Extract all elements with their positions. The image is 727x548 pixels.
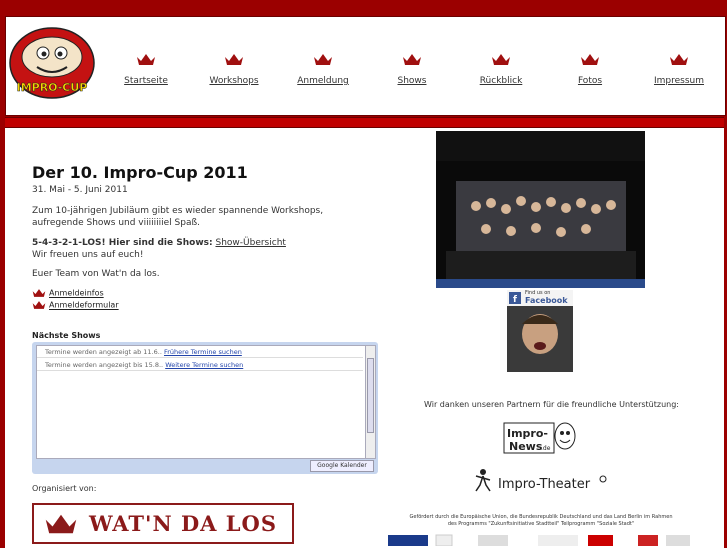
anmeldeformular-link[interactable]: Anmeldeformular — [32, 300, 119, 310]
event-date: 31. Mai - 5. Juni 2011 — [32, 185, 128, 195]
crown-icon — [225, 54, 243, 65]
intro-text: Zum 10-jährigen Jubiläum gibt es wieder … — [32, 206, 324, 228]
funding-logos — [388, 534, 690, 546]
link-label[interactable]: Anmeldeinfos — [49, 289, 104, 298]
organized-by-label: Organisiert von: — [32, 484, 97, 493]
nav-shows[interactable]: Shows — [367, 53, 457, 87]
shows-block: 5-4-3-2-1-LOS! Hier sind die Shows: Show… — [32, 237, 286, 261]
organizer-logo-text: WAT'N DA LOS — [89, 511, 277, 536]
nav-label[interactable]: Rückblick — [480, 76, 523, 86]
shows-subtext: Wir freuen uns auf euch! — [32, 250, 144, 260]
nav-label[interactable]: Anmeldung — [297, 76, 349, 86]
google-calendar-badge[interactable]: Google Kalender — [310, 460, 374, 472]
anmeldeinfos-link[interactable]: Anmeldeinfos — [32, 288, 104, 298]
scrollbar-thumb[interactable] — [367, 358, 374, 433]
facebook-widget[interactable]: f Find us on Facebook — [507, 290, 573, 372]
facebook-icon: f — [509, 292, 521, 304]
link-label[interactable]: Anmeldeformular — [49, 301, 119, 310]
header-separator — [5, 117, 724, 128]
facebook-profile-photo — [507, 306, 573, 372]
nav-label[interactable]: Impressum — [654, 76, 704, 86]
group-photo[interactable] — [436, 131, 645, 288]
svg-text:News: News — [509, 440, 543, 453]
nav-label[interactable]: Workshops — [209, 76, 258, 86]
calendar-row: Termine werden angezeigt ab 11.6.. Frühe… — [37, 346, 363, 358]
svg-text:f: f — [513, 295, 517, 304]
nav-workshops[interactable]: Workshops — [189, 53, 279, 87]
svg-text:Impro-Theater: Impro-Theater — [498, 477, 591, 492]
nav-rueckblick[interactable]: Rückblick — [456, 53, 546, 87]
google-calendar-widget: Termine werden angezeigt ab 11.6.. Frühe… — [32, 342, 378, 474]
logo-text: IMPRO-CUP — [17, 81, 88, 94]
crown-icon — [32, 301, 46, 309]
calendar-row-text: Termine werden angezeigt bis 15.8.. — [45, 361, 164, 369]
funding-line-1: Gefördert durch die Europäische Union, d… — [409, 514, 673, 520]
crown-icon — [137, 54, 155, 65]
next-shows-heading: Nächste Shows — [32, 331, 101, 340]
calendar-row-text: Termine werden angezeigt ab 11.6.. — [45, 348, 162, 356]
funding-notice: Gefördert durch die Europäische Union, d… — [388, 514, 694, 528]
impro-cup-logo[interactable]: IMPRO-CUP — [9, 27, 95, 99]
crown-icon — [45, 514, 77, 534]
crown-icon — [492, 54, 510, 65]
nav-anmeldung[interactable]: Anmeldung — [278, 53, 368, 87]
crown-icon — [581, 54, 599, 65]
nav-label[interactable]: Startseite — [124, 76, 168, 86]
partners-thanks: Wir danken unseren Partnern für die freu… — [424, 400, 679, 409]
earlier-events-link[interactable]: Frühere Termine suchen — [164, 348, 242, 356]
calendar-list: Termine werden angezeigt ab 11.6.. Frühe… — [36, 345, 366, 459]
crown-icon — [314, 54, 332, 65]
nav-label[interactable]: Shows — [398, 76, 427, 86]
show-overview-link[interactable]: Show-Übersicht — [215, 238, 285, 248]
watn-da-los-logo[interactable]: WAT'N DA LOS — [32, 503, 294, 544]
nav-fotos[interactable]: Fotos — [545, 53, 635, 87]
nav-impressum[interactable]: Impressum — [634, 53, 724, 87]
funding-line-2: des Programms "Zukunftsinitiative Stadtt… — [447, 521, 635, 527]
nav-startseite[interactable]: Startseite — [101, 53, 191, 87]
more-events-link[interactable]: Weitere Termine suchen — [165, 361, 243, 369]
impro-news-logo[interactable]: Impro- News .de — [503, 420, 577, 456]
calendar-row: Termine werden angezeigt bis 15.8.. Weit… — [37, 359, 363, 371]
calendar-scrollbar[interactable] — [365, 345, 376, 459]
crown-icon — [403, 54, 421, 65]
shows-heading: 5-4-3-2-1-LOS! Hier sind die Shows: — [32, 238, 213, 248]
facebook-label: f Find us on Facebook — [507, 290, 573, 306]
page-title: Der 10. Impro-Cup 2011 — [32, 163, 248, 182]
svg-text:Impro-: Impro- — [507, 427, 548, 440]
impro-theater-logo[interactable]: Impro-Theater — [474, 467, 609, 495]
crown-icon — [670, 54, 688, 65]
crown-icon — [32, 289, 46, 297]
svg-text:.de: .de — [541, 445, 551, 452]
facebook-text: Facebook — [525, 296, 568, 305]
eu-flag-icon — [388, 535, 428, 546]
nav-label[interactable]: Fotos — [578, 76, 602, 86]
team-text: Euer Team von Wat'n da los. — [32, 269, 160, 279]
